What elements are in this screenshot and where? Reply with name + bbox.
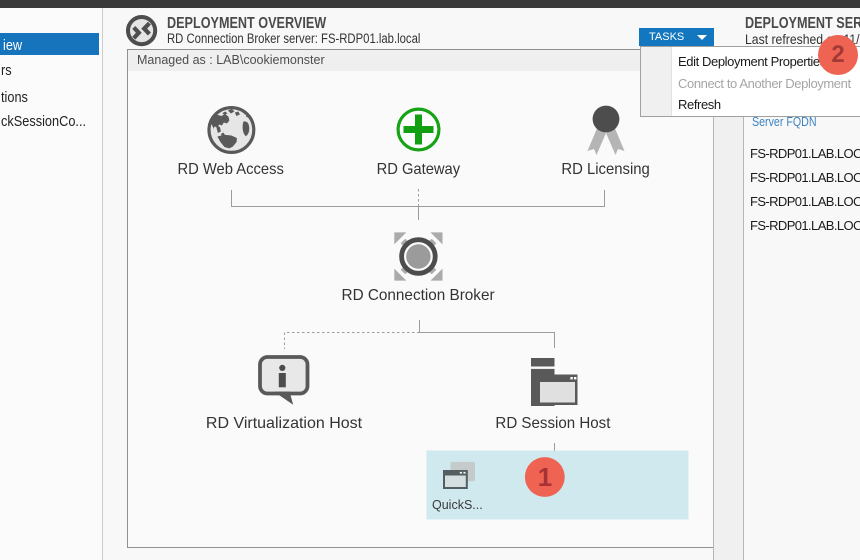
svg-text:1: 1 — [538, 462, 552, 492]
